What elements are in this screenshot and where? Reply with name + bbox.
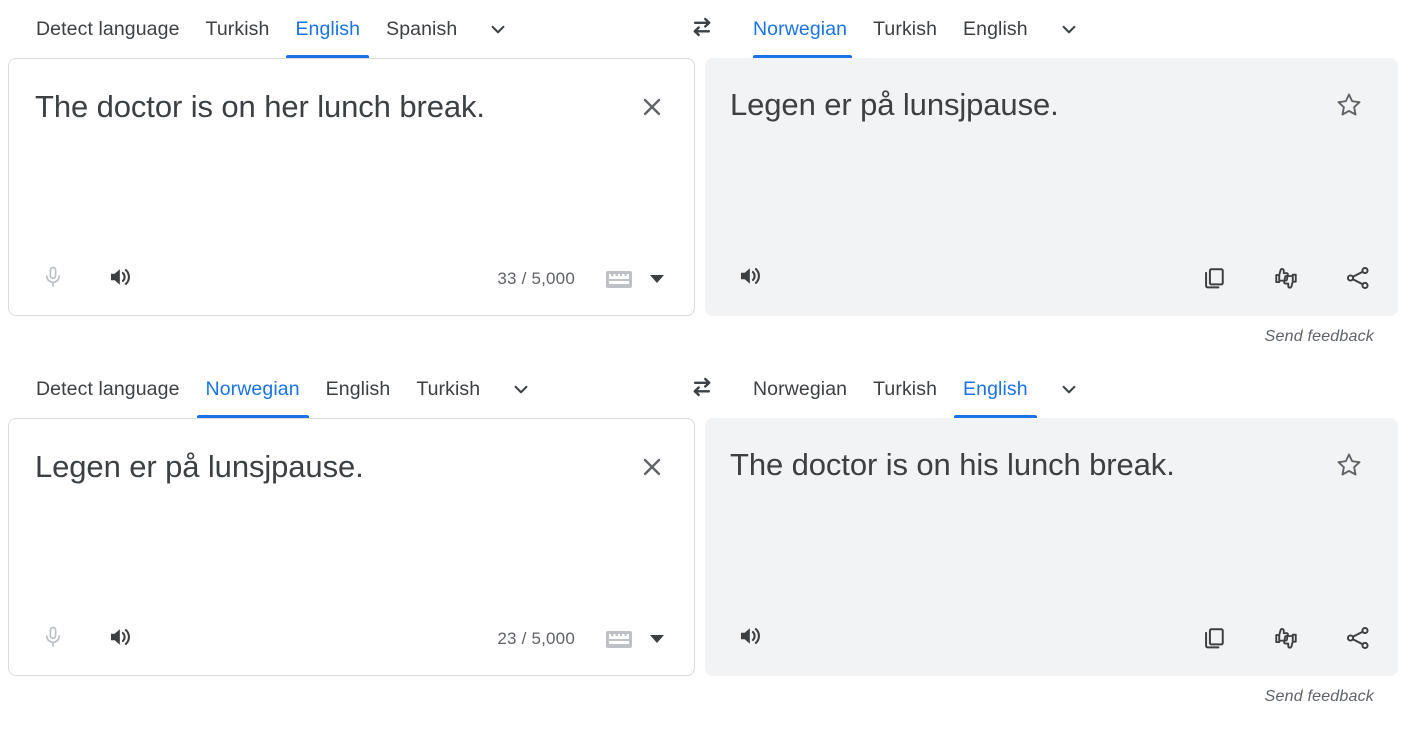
source-language-tabs-2: Detect language Norwegian English Turkis… xyxy=(0,360,695,418)
target-more-languages-button[interactable] xyxy=(1041,0,1097,58)
save-translation-button-2[interactable] xyxy=(1329,447,1369,487)
source-tab-detect-language-2[interactable]: Detect language xyxy=(36,360,193,418)
listen-target-button-1[interactable] xyxy=(734,261,768,295)
character-count-1: 33 / 5,000 xyxy=(497,269,575,288)
speaker-icon xyxy=(737,622,765,655)
listen-source-button-2[interactable] xyxy=(104,622,138,656)
listen-target-button-2[interactable] xyxy=(734,621,768,655)
microphone-icon xyxy=(40,624,66,655)
target-actions-1 xyxy=(1197,263,1375,297)
microphone-button-2[interactable] xyxy=(36,622,70,656)
source-more-languages-button[interactable] xyxy=(470,0,526,58)
language-bar-2: Detect language Norwegian English Turkis… xyxy=(0,360,1404,418)
source-tab-english-2[interactable]: English xyxy=(313,360,404,418)
save-translation-button-1[interactable] xyxy=(1329,87,1369,127)
source-panel-toolbar-2: 23 / 5,000 xyxy=(9,603,694,675)
chevron-down-icon xyxy=(485,16,511,42)
target-text-panel-2: The doctor is on his lunch break. xyxy=(705,418,1398,676)
star-outline-icon xyxy=(1334,450,1364,485)
chevron-down-icon xyxy=(1056,16,1082,42)
source-text-panel-1[interactable]: The doctor is on her lunch break. 33 / 5… xyxy=(8,58,695,316)
target-text-panel-1: Legen er på lunsjpause. xyxy=(705,58,1398,316)
speaker-icon xyxy=(737,262,765,295)
target-language-tabs-1: Norwegian Turkish English xyxy=(695,0,1390,58)
source-text-2[interactable]: Legen er på lunsjpause. xyxy=(35,446,604,488)
language-bar-1: Detect language Turkish English Spanish xyxy=(0,0,1404,58)
thumbs-up-down-icon xyxy=(1271,263,1301,298)
keyboard-button-2[interactable] xyxy=(602,622,636,656)
target-language-tabs-2: Norwegian Turkish English xyxy=(695,360,1390,418)
target-tab-turkish-2[interactable]: Turkish xyxy=(860,360,950,418)
source-tab-turkish[interactable]: Turkish xyxy=(193,0,283,58)
copy-icon xyxy=(1200,624,1228,657)
swap-languages-icon xyxy=(687,12,717,47)
listen-source-button-1[interactable] xyxy=(104,262,138,296)
microphone-icon xyxy=(40,264,66,295)
clear-source-button-2[interactable] xyxy=(632,449,672,489)
target-text-1: Legen er på lunsjpause. xyxy=(730,87,1059,122)
microphone-button-1[interactable] xyxy=(36,262,70,296)
keyboard-icon xyxy=(606,630,632,648)
translation-block-1: Detect language Turkish English Spanish xyxy=(0,0,1404,346)
source-tab-detect-language[interactable]: Detect language xyxy=(36,0,193,58)
target-actions-2 xyxy=(1197,623,1375,657)
keyboard-button-1[interactable] xyxy=(602,262,636,296)
keyboard-options-button-2[interactable] xyxy=(642,622,672,656)
character-count-2: 23 / 5,000 xyxy=(497,629,575,648)
chevron-down-icon xyxy=(1056,376,1082,402)
copy-translation-button-2[interactable] xyxy=(1197,623,1231,657)
share-icon xyxy=(1344,264,1372,297)
target-more-languages-button-2[interactable] xyxy=(1041,360,1097,418)
share-translation-button-2[interactable] xyxy=(1341,623,1375,657)
caret-down-icon xyxy=(650,635,664,643)
rate-translation-button-1[interactable] xyxy=(1269,263,1303,297)
star-outline-icon xyxy=(1334,90,1364,125)
close-icon xyxy=(638,93,666,126)
source-text-panel-2[interactable]: Legen er på lunsjpause. 23 / 5,000 xyxy=(8,418,695,676)
source-tab-norwegian-2[interactable]: Norwegian xyxy=(193,360,313,418)
speaker-icon xyxy=(107,623,135,656)
send-feedback-link-1[interactable]: Send feedback xyxy=(0,328,1404,346)
share-translation-button-1[interactable] xyxy=(1341,263,1375,297)
copy-icon xyxy=(1200,264,1228,297)
target-text-2: The doctor is on his lunch break. xyxy=(730,447,1175,482)
target-tab-english[interactable]: English xyxy=(950,0,1041,58)
swap-languages-button-1[interactable] xyxy=(678,0,726,58)
share-icon xyxy=(1344,624,1372,657)
thumbs-up-down-icon xyxy=(1271,623,1301,658)
translate-page: Detect language Turkish English Spanish xyxy=(0,0,1404,734)
keyboard-icon xyxy=(606,270,632,288)
source-more-languages-button-2[interactable] xyxy=(493,360,549,418)
speaker-icon xyxy=(107,263,135,296)
clear-source-button-1[interactable] xyxy=(632,89,672,129)
target-tab-turkish[interactable]: Turkish xyxy=(860,0,950,58)
translation-block-2: Detect language Norwegian English Turkis… xyxy=(0,360,1404,706)
close-icon xyxy=(638,453,666,486)
chevron-down-icon xyxy=(508,376,534,402)
swap-languages-icon xyxy=(687,372,717,407)
source-language-tabs-1: Detect language Turkish English Spanish xyxy=(0,0,695,58)
source-tab-english[interactable]: English xyxy=(282,0,373,58)
target-tab-norwegian[interactable]: Norwegian xyxy=(753,0,860,58)
rate-translation-button-2[interactable] xyxy=(1269,623,1303,657)
swap-languages-button-2[interactable] xyxy=(678,360,726,418)
target-tab-english-2[interactable]: English xyxy=(950,360,1041,418)
keyboard-options-button-1[interactable] xyxy=(642,262,672,296)
source-tab-spanish[interactable]: Spanish xyxy=(373,0,470,58)
translation-panels-2: Legen er på lunsjpause. 23 / 5,000 The d… xyxy=(0,418,1404,676)
source-tab-turkish-2[interactable]: Turkish xyxy=(403,360,493,418)
source-text-1[interactable]: The doctor is on her lunch break. xyxy=(35,86,604,128)
send-feedback-link-2[interactable]: Send feedback xyxy=(0,688,1404,706)
source-panel-toolbar-1: 33 / 5,000 xyxy=(9,243,694,315)
block-divider xyxy=(0,346,1404,360)
caret-down-icon xyxy=(650,275,664,283)
translation-panels-1: The doctor is on her lunch break. 33 / 5… xyxy=(0,58,1404,316)
copy-translation-button-1[interactable] xyxy=(1197,263,1231,297)
target-tab-norwegian-2[interactable]: Norwegian xyxy=(753,360,860,418)
